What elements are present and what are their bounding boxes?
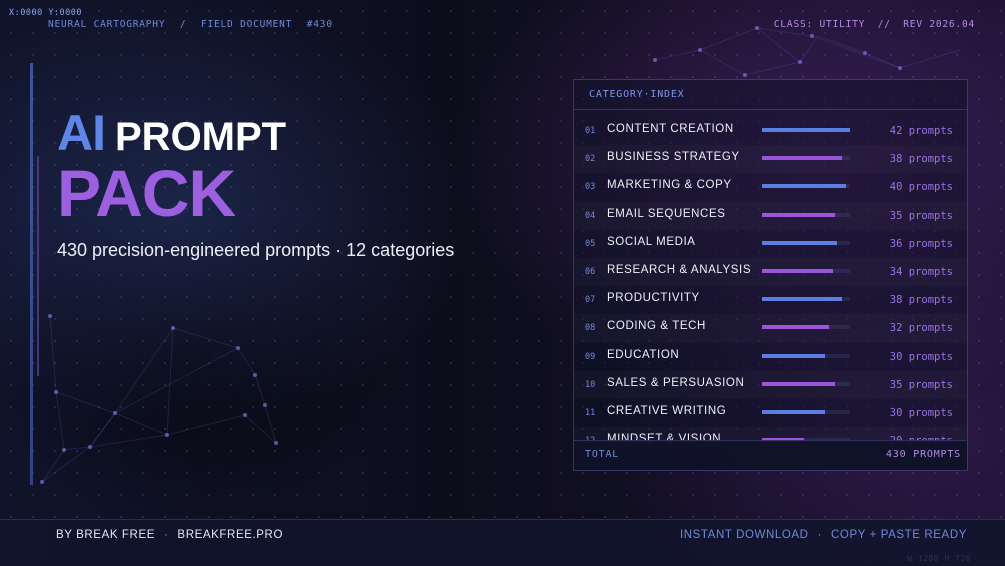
category-bar-fill xyxy=(762,325,830,330)
breadcrumb: NEURAL CARTOGRAPHY / FIELD DOCUMENT #430 xyxy=(48,19,341,30)
category-count: 42 prompts xyxy=(889,125,953,137)
total-value: 430 PROMPTS xyxy=(885,449,961,460)
feature-copy-paste: COPY + PASTE READY xyxy=(831,529,967,541)
category-bar-track xyxy=(762,240,850,245)
category-name: SALES & PERSUASION xyxy=(607,376,745,389)
title-ai: AI xyxy=(57,105,106,161)
title-prompt: PROMPT xyxy=(115,115,287,159)
category-bar-track xyxy=(762,184,850,189)
category-bar-fill xyxy=(762,184,846,189)
category-name: BUSINESS STRATEGY xyxy=(607,151,740,164)
category-index-panel: CATEGORY·INDEX 01 CONTENT CREATION 42 prom… xyxy=(573,79,968,471)
category-name: SOCIAL MEDIA xyxy=(607,235,696,248)
category-number: 03 xyxy=(585,182,596,193)
category-bar-fill xyxy=(762,268,834,273)
brand-url[interactable]: BREAKFREE.PRO xyxy=(177,529,283,541)
total-label: TOTAL xyxy=(585,449,620,460)
category-name: RESEARCH & ANALYSIS xyxy=(607,263,752,276)
category-name: CREATIVE WRITING xyxy=(607,404,727,417)
category-row: 02 BUSINESS STRATEGY 38 prompts xyxy=(574,145,967,173)
category-row: 10 SALES & PERSUASION 35 prompts xyxy=(574,371,967,399)
category-row: 08 CODING & TECH 32 prompts xyxy=(574,314,967,342)
category-number: 01 xyxy=(585,126,596,136)
class-separator: // xyxy=(877,19,891,30)
footer-features: INSTANT DOWNLOAD · COPY + PASTE READY xyxy=(680,529,967,541)
classification-label: CLASS: UTILITY // REV 2026.04 xyxy=(768,19,975,30)
footer-bar: BY BREAK FREE · BREAKFREE.PRO INSTANT DOWN… xyxy=(0,519,1005,566)
category-number: 05 xyxy=(585,238,596,249)
category-number: 07 xyxy=(585,295,596,306)
category-row: 01 CONTENT CREATION 42 prompts xyxy=(574,117,967,145)
category-bar-fill xyxy=(762,381,836,386)
category-row: 06 RESEARCH & ANALYSIS 34 prompts xyxy=(574,258,967,286)
category-bar-track xyxy=(762,212,850,217)
category-bar-track xyxy=(762,297,850,302)
category-bar-fill xyxy=(762,240,838,245)
category-bar-track xyxy=(762,409,850,414)
footer-brand: BY BREAK FREE · BREAKFREE.PRO xyxy=(56,529,283,541)
category-list: 01 CONTENT CREATION 42 prompts 02 BUSINESS S… xyxy=(574,117,967,455)
hero-title: AI PROMPT PACK xyxy=(57,108,286,226)
dimensions-readout: W 1280 H 720 xyxy=(907,554,971,563)
breadcrumb-item: FIELD DOCUMENT xyxy=(200,19,293,30)
category-bar-track xyxy=(762,325,850,330)
category-bar-track xyxy=(762,156,850,161)
category-count: 38 prompts xyxy=(889,294,953,307)
category-bar-fill xyxy=(762,409,825,414)
breadcrumb-item: NEURAL CARTOGRAPHY xyxy=(48,19,166,30)
panel-footer: TOTAL 430 PROMPTS xyxy=(574,440,967,470)
category-bar-fill xyxy=(762,156,842,161)
category-bar-track xyxy=(762,353,850,358)
category-row: 03 MARKETING & COPY 40 prompts xyxy=(574,173,967,201)
category-row: 09 EDUCATION 30 prompts xyxy=(574,343,967,371)
title-pack: PACK xyxy=(57,156,236,230)
category-row: 07 PRODUCTIVITY 38 prompts xyxy=(574,286,967,314)
category-number: 11 xyxy=(585,407,596,418)
category-number: 10 xyxy=(585,379,596,390)
feature-instant-download: INSTANT DOWNLOAD xyxy=(679,529,809,541)
category-number: 08 xyxy=(585,323,596,334)
category-name: EDUCATION xyxy=(607,348,680,361)
accent-bar-secondary xyxy=(37,156,39,376)
category-name: CONTENT CREATION xyxy=(607,123,734,135)
category-bar-track xyxy=(762,268,850,273)
category-bar-fill xyxy=(762,353,825,358)
category-number: 06 xyxy=(585,266,596,277)
breadcrumb-separator: / xyxy=(179,19,187,30)
category-row: 05 SOCIAL MEDIA 36 prompts xyxy=(574,230,967,258)
coordinates-readout: X:0000 Y:0000 xyxy=(9,8,83,18)
category-count: 36 prompts xyxy=(889,237,953,250)
category-number: 09 xyxy=(585,351,596,362)
category-name: MARKETING & COPY xyxy=(607,179,732,192)
footer-separator: · xyxy=(163,529,169,541)
revision-label: REV 2026.04 xyxy=(903,19,975,30)
category-bar-fill xyxy=(762,128,850,132)
category-row: 04 EMAIL SEQUENCES 35 prompts xyxy=(574,202,967,230)
category-bar-fill xyxy=(762,297,842,302)
brand-name: BY BREAK FREE xyxy=(56,529,155,541)
class-label: CLASS: UTILITY xyxy=(773,19,866,30)
category-bar-track xyxy=(762,128,850,132)
panel-heading: CATEGORY·INDEX xyxy=(574,80,967,110)
category-count: 40 prompts xyxy=(889,181,953,194)
category-number: 04 xyxy=(585,210,596,221)
category-count: 30 prompts xyxy=(889,406,953,419)
category-number: 02 xyxy=(585,154,596,165)
category-count: 35 prompts xyxy=(889,209,953,222)
category-bar-track xyxy=(762,381,850,386)
category-name: PRODUCTIVITY xyxy=(607,292,700,305)
category-count: 30 prompts xyxy=(889,350,953,363)
footer-separator: · xyxy=(817,529,823,541)
category-count: 34 prompts xyxy=(889,265,953,278)
category-bar-fill xyxy=(762,212,836,217)
hero-subtitle: 430 precision-engineered prompts · 12 ca… xyxy=(57,240,455,260)
accent-bar xyxy=(30,63,33,485)
category-name: EMAIL SEQUENCES xyxy=(607,207,726,220)
document-number: #430 xyxy=(306,19,333,30)
category-count: 32 prompts xyxy=(889,322,953,335)
category-row: 11 CREATIVE WRITING 30 prompts xyxy=(574,399,967,427)
category-count: 35 prompts xyxy=(889,378,953,391)
category-count: 38 prompts xyxy=(889,153,953,166)
category-name: CODING & TECH xyxy=(607,320,706,333)
